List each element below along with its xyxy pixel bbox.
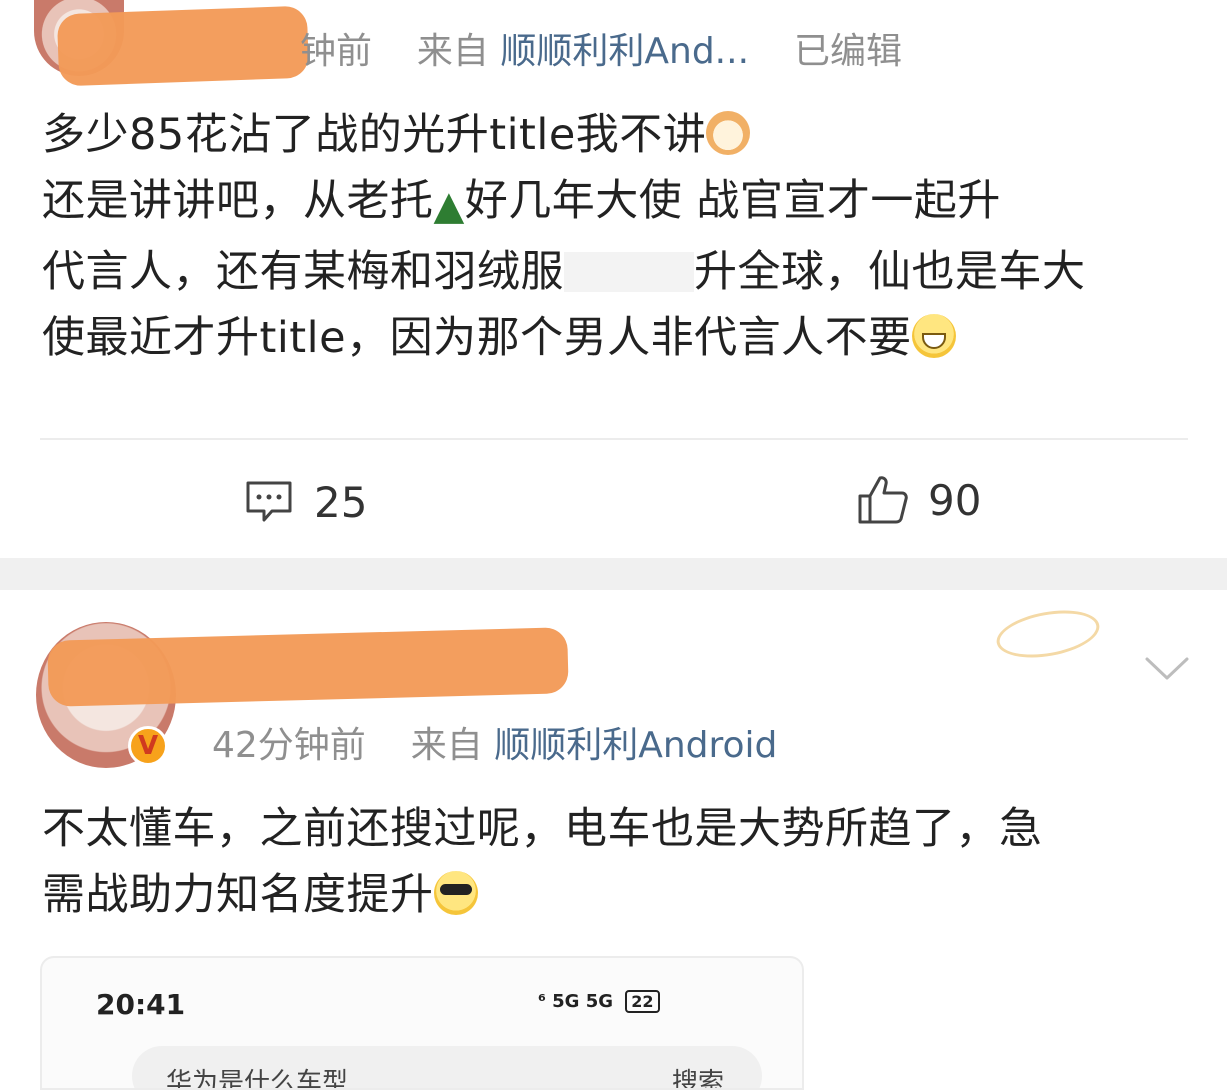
- embedded-screenshot[interactable]: 20:41 ⁶ 5G 5G 22 华为是什么车型 搜索: [40, 956, 804, 1090]
- post-line: 多少85花沾了战的光升title我不讲: [42, 102, 1202, 168]
- post-line: 使最近才升title，因为那个男人非代言人不要: [42, 305, 1202, 371]
- grinning-emoji-icon: [911, 314, 956, 358]
- decorative-pendant: [992, 603, 1104, 665]
- search-button[interactable]: 搜索: [672, 1062, 724, 1088]
- source-link[interactable]: 顺顺利利And...: [500, 31, 749, 72]
- post-line: 需战助力知名度提升: [42, 862, 1212, 928]
- redacted-username: [56, 5, 310, 87]
- verified-badge-icon: V: [128, 726, 168, 766]
- post-line: 不太懂车，之前还搜过呢，电车也是大势所趋了，急: [42, 804, 1043, 854]
- search-query: 华为是什么车型: [166, 1068, 349, 1090]
- post-time: 42分钟前: [212, 725, 366, 766]
- blurred-text: [564, 252, 694, 292]
- post-meta: 钟前 来自 顺顺利利And... 已编辑: [300, 22, 902, 74]
- source-prefix: 来自: [416, 31, 489, 72]
- evergreen-tree-icon: ▲: [433, 183, 465, 229]
- source-link[interactable]: 顺顺利利Android: [494, 725, 777, 766]
- battery-icon: 22: [625, 990, 660, 1013]
- edited-label: 已编辑: [793, 31, 902, 72]
- like-button[interactable]: 90: [856, 472, 981, 528]
- sunglasses-emoji-icon: [433, 871, 478, 915]
- search-bar[interactable]: 华为是什么车型 搜索: [132, 1046, 762, 1090]
- comment-icon: [244, 479, 294, 525]
- section-separator: [0, 558, 1227, 590]
- status-icons: ⁶ 5G 5G 22: [538, 990, 660, 1013]
- post-line: 代言人，还有某梅和羽绒服 升全球，仙也是车大: [42, 247, 1086, 297]
- post-line: 还是讲讲吧，从老托▲好几年大使 战官宣才一起升: [42, 168, 1202, 239]
- signal-icon: ⁶ 5G 5G: [538, 991, 614, 1012]
- thumbs-up-icon: [856, 474, 910, 526]
- like-count: 90: [928, 475, 982, 525]
- cat-face-emoji-icon: [706, 111, 751, 155]
- status-time: 20:41: [96, 988, 186, 1021]
- post-menu-button[interactable]: [1144, 654, 1190, 688]
- comment-count: 25: [314, 477, 368, 527]
- source-prefix: 来自: [410, 725, 483, 766]
- divider: [40, 438, 1188, 440]
- post-meta: 42分钟前 来自 顺顺利利Android: [212, 716, 777, 768]
- post-time: 钟前: [300, 31, 373, 72]
- comment-button[interactable]: 25: [244, 474, 367, 530]
- redacted-username: [47, 627, 569, 707]
- post-body: 多少85花沾了战的光升title我不讲 还是讲讲吧，从老托▲好几年大使 战官宣才…: [42, 102, 1202, 371]
- post-body: 不太懂车，之前还搜过呢，电车也是大势所趋了，急 需战助力知名度提升: [42, 796, 1212, 928]
- chevron-down-icon: [1145, 657, 1189, 680]
